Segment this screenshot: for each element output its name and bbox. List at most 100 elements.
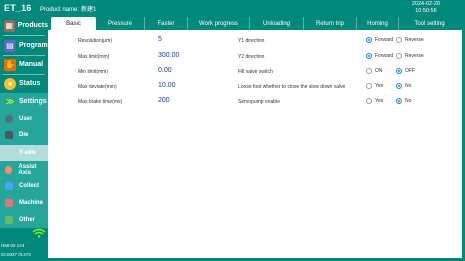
sidebar-item-settings[interactable]: ≫ Settings: [0, 93, 48, 110]
sidebar-subitem-label: Machine: [19, 200, 44, 206]
sidebar-subitem-die[interactable]: Die: [0, 127, 48, 143]
sidebar-item-label: Products: [17, 22, 48, 29]
radio-dot: [396, 98, 402, 104]
datetime: 2024-02-20 10:50:56: [412, 1, 440, 15]
date-text: 2024-02-20: [411, 1, 440, 7]
app-title: ET_16: [4, 3, 32, 13]
min-limit-value[interactable]: 0.00: [158, 67, 172, 74]
sidebar-subitem-user[interactable]: User: [0, 111, 48, 127]
sidebar-item-label: Manual: [19, 61, 44, 68]
tab-faster[interactable]: Faster: [145, 17, 188, 30]
min-limit-label: Min limit(mm): [78, 69, 108, 75]
sidebar-subitem-label: Other: [19, 217, 36, 223]
sidebar-subitem-label: Y-axis: [19, 150, 37, 156]
tab-tool-setting[interactable]: Tool setting: [399, 17, 460, 30]
basic-settings-panel: [48, 30, 465, 261]
manual-icon: ✋: [4, 58, 16, 71]
collect-icon: [5, 182, 13, 190]
sidebar-subitem-collect[interactable]: Collect: [0, 178, 48, 194]
fill-valve-on-radio[interactable]: ON: [366, 68, 383, 74]
sidebar-subitem-other[interactable]: Other: [0, 212, 48, 228]
hmi-version: HMI:02.124: [1, 243, 25, 248]
die-icon: [5, 131, 13, 139]
radio-dot: [396, 53, 402, 59]
time-text: 10:50:56: [415, 8, 437, 14]
radio-dot: [366, 53, 372, 59]
product-name-value: 新建1: [81, 7, 97, 13]
loose-foot-no-radio[interactable]: No: [396, 83, 411, 89]
radio-label: Reverse: [405, 53, 424, 59]
sidebar-subitem-y-axis[interactable]: ↕ Y-axis: [0, 145, 48, 161]
sidebar-item-manual[interactable]: ✋ Manual: [0, 56, 48, 73]
radio-label: Reverse: [405, 37, 424, 43]
radio-dot: [366, 83, 372, 89]
y2-reverse-radio[interactable]: Reverse: [396, 53, 424, 59]
radio-label: No: [405, 83, 412, 89]
y1-reverse-radio[interactable]: Reverse: [396, 37, 424, 43]
sidebar-subitem-label: Collect: [19, 183, 40, 189]
top-bar: ET_16 Product name: 新建1 2024-02-20 10:50:…: [0, 0, 465, 17]
sidebar-subitem-label: Die: [19, 132, 29, 138]
sidebar-divider: [3, 35, 45, 36]
max-deviate-value[interactable]: 10.00: [158, 82, 176, 89]
y1-direction-label: Y1 direction: [238, 38, 265, 44]
tab-pressure[interactable]: Pressure: [96, 17, 145, 30]
sidebar-subitem-machine[interactable]: Machine: [0, 195, 48, 211]
tab-basic[interactable]: Basic: [51, 17, 96, 30]
products-icon: ▦: [4, 19, 15, 32]
sidebar-item-label: Program: [19, 42, 48, 49]
tab-unloading[interactable]: Unloading: [250, 17, 304, 30]
y2-forward-radio[interactable]: Forward: [366, 53, 393, 59]
sidebar-subitem-label: User: [19, 116, 33, 122]
max-limit-value[interactable]: 300.00: [158, 52, 179, 59]
tab-homing[interactable]: Homing: [357, 17, 399, 30]
radio-label: Yes: [375, 98, 384, 104]
program-icon: ▤: [4, 39, 16, 52]
loose-foot-yes-radio[interactable]: Yes: [366, 83, 383, 89]
y2-direction-label: Y2 direction: [238, 54, 265, 60]
sidebar-item-status[interactable]: ● Status: [0, 75, 48, 92]
radio-dot: [366, 98, 372, 104]
radio-dot: [366, 37, 372, 43]
wifi-icon: [32, 228, 46, 238]
status-icon: ●: [4, 77, 16, 90]
sidebar-item-products[interactable]: ▦ Products: [0, 17, 48, 34]
radio-dot: [366, 68, 372, 74]
product-name-label: Product name:: [40, 7, 80, 13]
resolution-value[interactable]: 5: [158, 36, 162, 43]
max-brake-time-value[interactable]: 200: [158, 97, 170, 104]
servopump-no-radio[interactable]: No: [396, 98, 411, 104]
product-name: Product name: 新建1: [40, 4, 96, 13]
sidebar-item-program[interactable]: ▤ Program: [0, 37, 48, 54]
settings-chevron-icon: ≫: [5, 97, 15, 106]
radio-label: OFF: [405, 68, 415, 74]
tab-work-progress[interactable]: Work progress: [188, 17, 250, 30]
user-icon: [5, 115, 13, 123]
radio-dot: [396, 83, 402, 89]
sidebar-subitem-label: Assist Axis: [18, 164, 37, 176]
radio-label: No: [405, 98, 412, 104]
radio-label: Forward: [375, 53, 394, 59]
radio-label: Yes: [375, 83, 384, 89]
max-brake-time-label: Max brake time(ms): [78, 99, 123, 105]
radio-dot: [396, 68, 402, 74]
radio-dot: [396, 37, 402, 43]
servopump-enable-label: Servopump enable: [238, 99, 280, 105]
io-version: IO:0027 /3.473: [1, 252, 31, 257]
sidebar-item-label: Settings: [19, 98, 47, 105]
radio-label: Forward: [375, 37, 394, 43]
servopump-yes-radio[interactable]: Yes: [366, 98, 383, 104]
resolution-label: Resolution(μm): [78, 38, 113, 44]
tab-bar: Basic Pressure Faster Work progress Unlo…: [48, 17, 465, 30]
fill-valve-off-radio[interactable]: OFF: [396, 68, 415, 74]
assist-axis-icon: [5, 166, 13, 174]
sidebar-subitem-assist-axis[interactable]: Assist Axis: [0, 162, 48, 178]
max-limit-label: Max limit(mm): [78, 54, 110, 60]
sidebar-item-label: Status: [19, 80, 41, 87]
fill-valve-switch-label: Fill valve switch: [238, 69, 273, 75]
y-axis-icon: ↕: [7, 150, 11, 156]
machine-icon: [5, 199, 13, 207]
loose-foot-label: Loose foot whether to close the slow dow…: [238, 84, 346, 90]
y1-forward-radio[interactable]: Forward: [366, 37, 393, 43]
tab-return-trip[interactable]: Return trip: [304, 17, 357, 30]
